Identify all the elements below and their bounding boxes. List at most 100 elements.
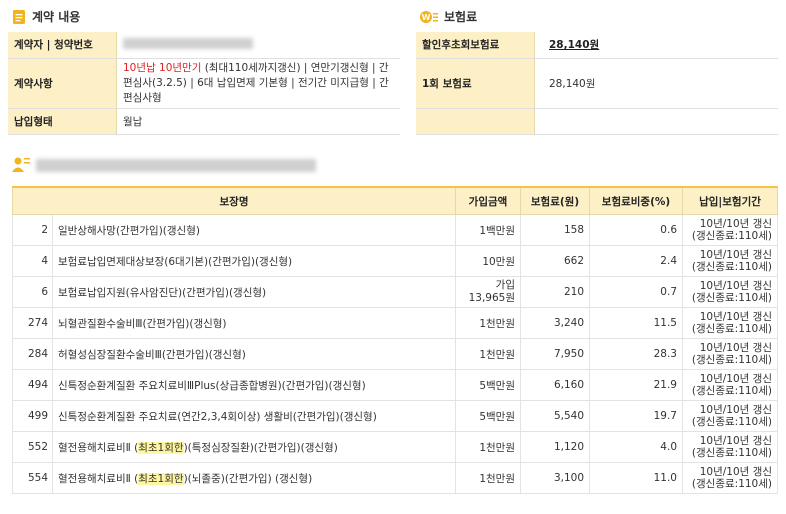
redacted-holder [123,37,253,49]
coverage-premium: 158 [520,214,590,246]
coverage-period: 10년/10년 갱신 (갱신종료:110세) [682,245,778,277]
col-header-amount: 가입금액 [455,186,521,215]
contract-section-title: 계약 내용 [12,8,80,25]
coverage-name: 신특정순환계질환 주요치료(연간2,3,4회이상) 생활비(간편가입)(갱신형) [52,400,456,432]
coverage-ratio: 19.7 [589,400,683,432]
coverage-period: 10년/10년 갱신 (갱신종료:110세) [682,307,778,339]
coverage-period-line2: (갱신종료:110세) [691,447,772,459]
coverage-section-title [12,156,316,174]
coverage-period-line2: (갱신종료:110세) [691,354,772,366]
coverage-premium: 3,240 [520,307,590,339]
coverage-name-part: 혈전용해치료비Ⅱ ( [58,441,139,454]
coverage-amount: 1천만원 [455,307,521,339]
coverage-row: 494 신특정순환계질환 주요치료비ⅢPlus(상급종합병원)(간편가입)(갱신형… [12,369,778,401]
premium-title: 보험료 [444,10,478,24]
coverage-premium: 3,100 [520,462,590,494]
discounted-value: 28,140원 [534,32,778,59]
coverage-name-highlight: 최초1회한 [138,472,184,485]
coverage-name-text: 뇌혈관질환수술비Ⅲ(간편가입)(갱신형) [58,317,227,330]
coverage-code: 4 [12,245,53,277]
coverage-code: 6 [12,276,53,308]
discounted-label: 할인후초회보험료 [416,32,535,59]
contract-title: 계약 내용 [32,10,81,24]
coverage-period: 10년/10년 갱신 (갱신종료:110세) [682,400,778,432]
coverage-period-line1: 10년/10년 갱신 [699,466,772,478]
contract-table: 계약자 | 청약번호 계약사항 10년납 10년만기 (최대110세까지갱신) … [8,32,400,135]
coverage-row: 552 혈전용해치료비Ⅱ (최초1회한)(특정심장질환)(간편가입)(갱신형) 1천… [12,431,778,463]
coverage-name: 일반상해사망(간편가입)(갱신형) [52,214,456,246]
empty-value [534,108,778,135]
coverage-code: 494 [12,369,53,401]
coverage-period: 10년/10년 갱신 (갱신종료:110세) [682,369,778,401]
coverage-period-line1: 10년/10년 갱신 [699,373,772,385]
first-premium-label: 1회 보험료 [416,58,535,109]
coverage-period-line2: (갱신종료:110세) [691,416,772,428]
coverage-name: 신특정순환계질환 주요치료비ⅢPlus(상급종합병원)(간편가입)(갱신형) [52,369,456,401]
coverage-premium: 1,120 [520,431,590,463]
coverage-ratio: 0.6 [589,214,683,246]
coverage-period-line2: (갱신종료:110세) [691,292,772,304]
coverage-amount: 1천만원 [455,462,521,494]
svg-text:W: W [422,13,431,22]
coverage-period-line2: (갱신종료:110세) [691,323,772,335]
coverage-name-highlight: 최초1회한 [138,441,184,454]
coverage-row: 284 허혈성심장질환수술비Ⅲ(간편가입)(갱신형) 1천만원 7,950 28.3 10… [12,338,778,370]
coverage-period-line1: 10년/10년 갱신 [699,435,772,447]
coverage-row: 274 뇌혈관질환수술비Ⅲ(간편가입)(갱신형) 1천만원 3,240 11.5 10년/… [12,307,778,339]
coverage-name-text: 허혈성심장질환수술비Ⅲ(간편가입)(갱신형) [58,348,246,361]
person-list-icon [12,157,30,172]
details-label: 계약사항 [8,58,117,109]
coverage-code: 499 [12,400,53,432]
coverage-row: 499 신특정순환계질환 주요치료(연간2,3,4회이상) 생활비(간편가입)(갱… [12,400,778,432]
empty-label [416,108,535,135]
coverage-amount: 1천만원 [455,431,521,463]
coverage-row: 4 보험료납입면제대상보장(6대기본)(간편가입)(갱신형) 10만원 662 2.4 1… [12,245,778,277]
coverage-code: 274 [12,307,53,339]
coverage-period-line2: (갱신종료:110세) [691,261,772,273]
coverage-name-text: 신특정순환계질환 주요치료(연간2,3,4회이상) 생활비(간편가입)(갱신형) [58,410,377,423]
holder-value [116,32,400,59]
coverage-premium: 5,540 [520,400,590,432]
coverage-period-line1: 10년/10년 갱신 [699,249,772,261]
coverage-name-part: 혈전용해치료비Ⅱ ( [58,472,139,485]
coverage-amount: 10만원 [455,245,521,277]
first-premium-value: 28,140원 [534,58,778,109]
coverage-period-line1: 10년/10년 갱신 [699,218,772,230]
payment-value: 월납 [116,108,400,135]
premium-table: 할인후초회보험료 28,140원 1회 보험료 28,140원 [416,32,778,135]
coverage-row: 6 보험료납입지원(유사암진단)(간편가입)(갱신형) 가입13,965원 210 0.… [12,276,778,308]
coverage-name: 뇌혈관질환수술비Ⅲ(간편가입)(갱신형) [52,307,456,339]
col-header-period: 납입|보험기간 [682,186,778,215]
redacted-coverage-title [36,158,316,172]
coverage-code: 552 [12,431,53,463]
coverage-period: 10년/10년 갱신 (갱신종료:110세) [682,276,778,308]
coverage-ratio: 28.3 [589,338,683,370]
coverage-amount: 1천만원 [455,338,521,370]
coverage-period-line1: 10년/10년 갱신 [699,311,772,323]
discounted-amount: 28,140원 [549,39,600,52]
coverage-name: 혈전용해치료비Ⅱ (최초1회한)(특정심장질환)(간편가입)(갱신형) [52,431,456,463]
coverage-period-line2: (갱신종료:110세) [691,230,772,242]
coverage-premium: 210 [520,276,590,308]
premium-section-title: W 보험료 [420,8,477,25]
coverage-ratio: 11.5 [589,307,683,339]
coverage-period-line2: (갱신종료:110세) [691,478,772,490]
coverage-name: 혈전용해치료비Ⅱ (최초1회한)(뇌졸중)(간편가입) (갱신형) [52,462,456,494]
coverage-ratio: 21.9 [589,369,683,401]
coverage-period: 10년/10년 갱신 (갱신종료:110세) [682,214,778,246]
coverage-name-text: 보험료납입면제대상보장(6대기본)(간편가입)(갱신형) [58,255,293,268]
coverage-period: 10년/10년 갱신 (갱신종료:110세) [682,462,778,494]
coverage-ratio: 4.0 [589,431,683,463]
coverage-row: 554 혈전용해치료비Ⅱ (최초1회한)(뇌졸중)(간편가입) (갱신형) 1천만원… [12,462,778,494]
coverage-code: 2 [12,214,53,246]
coverage-premium: 7,950 [520,338,590,370]
holder-label: 계약자 | 청약번호 [8,32,117,59]
coverage-name-text: 신특정순환계질환 주요치료비ⅢPlus(상급종합병원)(간편가입)(갱신형) [58,379,366,392]
coverage-period-line2: (갱신종료:110세) [691,385,772,397]
document-icon [13,9,25,24]
coverage-amount: 가입13,965원 [455,276,521,308]
coverage-premium: 6,160 [520,369,590,401]
coverage-period-line1: 10년/10년 갱신 [699,404,772,416]
coverage-ratio: 0.7 [589,276,683,308]
coverage-name-part: )(특정심장질환)(간편가입)(갱신형) [183,441,338,454]
